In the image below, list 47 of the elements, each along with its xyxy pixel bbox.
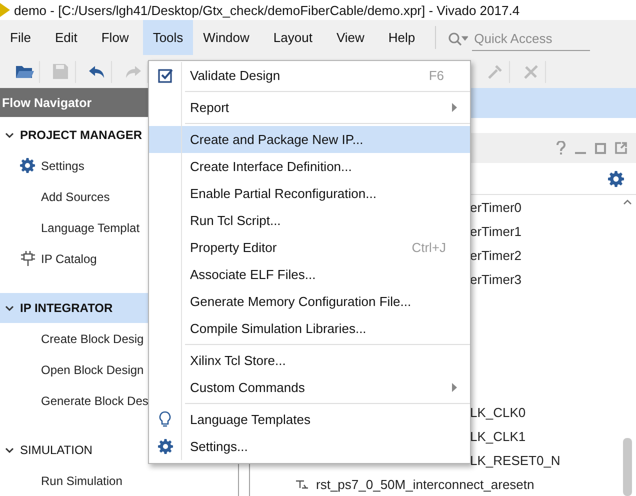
tree-row[interactable]: rst_ps7_0_50M_interconnect_aresetn — [250, 472, 621, 496]
menu-option[interactable]: Create and Package New IP... — [149, 126, 470, 153]
checkbox-icon — [158, 68, 172, 83]
wrench-icon[interactable] — [486, 64, 502, 80]
lightbulb-icon — [159, 411, 171, 428]
save-icon[interactable] — [53, 64, 68, 79]
undock-icon[interactable] — [615, 142, 627, 154]
maximize-icon[interactable] — [595, 142, 606, 154]
gear-icon — [20, 158, 35, 173]
chevron-icon[interactable] — [5, 304, 14, 312]
menu-option[interactable]: Create Interface Definition... — [149, 153, 470, 180]
menu-option[interactable]: Xilinx Tcl Store... — [149, 347, 470, 374]
chip-icon — [20, 251, 34, 266]
chevron-icon[interactable] — [5, 132, 14, 138]
navigator-item[interactable]: Run Simulation — [0, 465, 238, 496]
redo-icon[interactable] — [124, 66, 140, 78]
app-logo-icon — [0, 3, 10, 17]
settings-icon — [608, 170, 624, 186]
chevron-icon[interactable] — [5, 446, 14, 454]
menu-option[interactable]: Property Editor Ctrl+J — [149, 234, 470, 261]
menu-item[interactable]: View — [326, 20, 374, 55]
menu-option[interactable]: Custom Commands — [149, 374, 470, 401]
cross-tool-icon[interactable] — [522, 64, 538, 80]
folder-icon[interactable] — [16, 64, 34, 79]
menu-item[interactable]: File — [0, 20, 41, 55]
scrollbar-thumb[interactable] — [622, 438, 632, 496]
menu-item[interactable]: Flow — [91, 20, 139, 55]
menu-option[interactable]: Language Templates — [149, 406, 470, 433]
menu-option[interactable]: Enable Partial Reconfiguration... — [149, 180, 470, 207]
menu-item[interactable]: Edit — [44, 20, 88, 55]
help-icon[interactable] — [556, 141, 566, 155]
menu-option[interactable]: Report — [149, 94, 470, 121]
net-icon — [296, 480, 308, 488]
menu-option[interactable]: Associate ELF Files... — [149, 261, 470, 288]
scroll-up-icon[interactable] — [622, 199, 632, 205]
menu-item[interactable]: Window — [193, 20, 260, 55]
gear-icon — [158, 439, 172, 454]
search-icon — [448, 32, 468, 46]
window-title: demo - [C:/Users/lgh41/Desktop/Gtx_check/demoFiberCable/demo.xpr] - Vivado 2017.4 — [14, 2, 520, 18]
search-field[interactable]: Quick Access — [472, 26, 590, 50]
menu-item[interactable]: Help — [378, 20, 426, 55]
menu-item[interactable]: Layout — [263, 20, 322, 55]
menu-option[interactable]: Settings... — [149, 433, 470, 460]
undo-icon[interactable] — [88, 66, 104, 78]
menu-item[interactable]: Tools — [142, 20, 194, 55]
menu-option[interactable]: Run Tcl Script... — [149, 207, 470, 234]
menu-option[interactable]: Compile Simulation Libraries... — [149, 315, 470, 342]
